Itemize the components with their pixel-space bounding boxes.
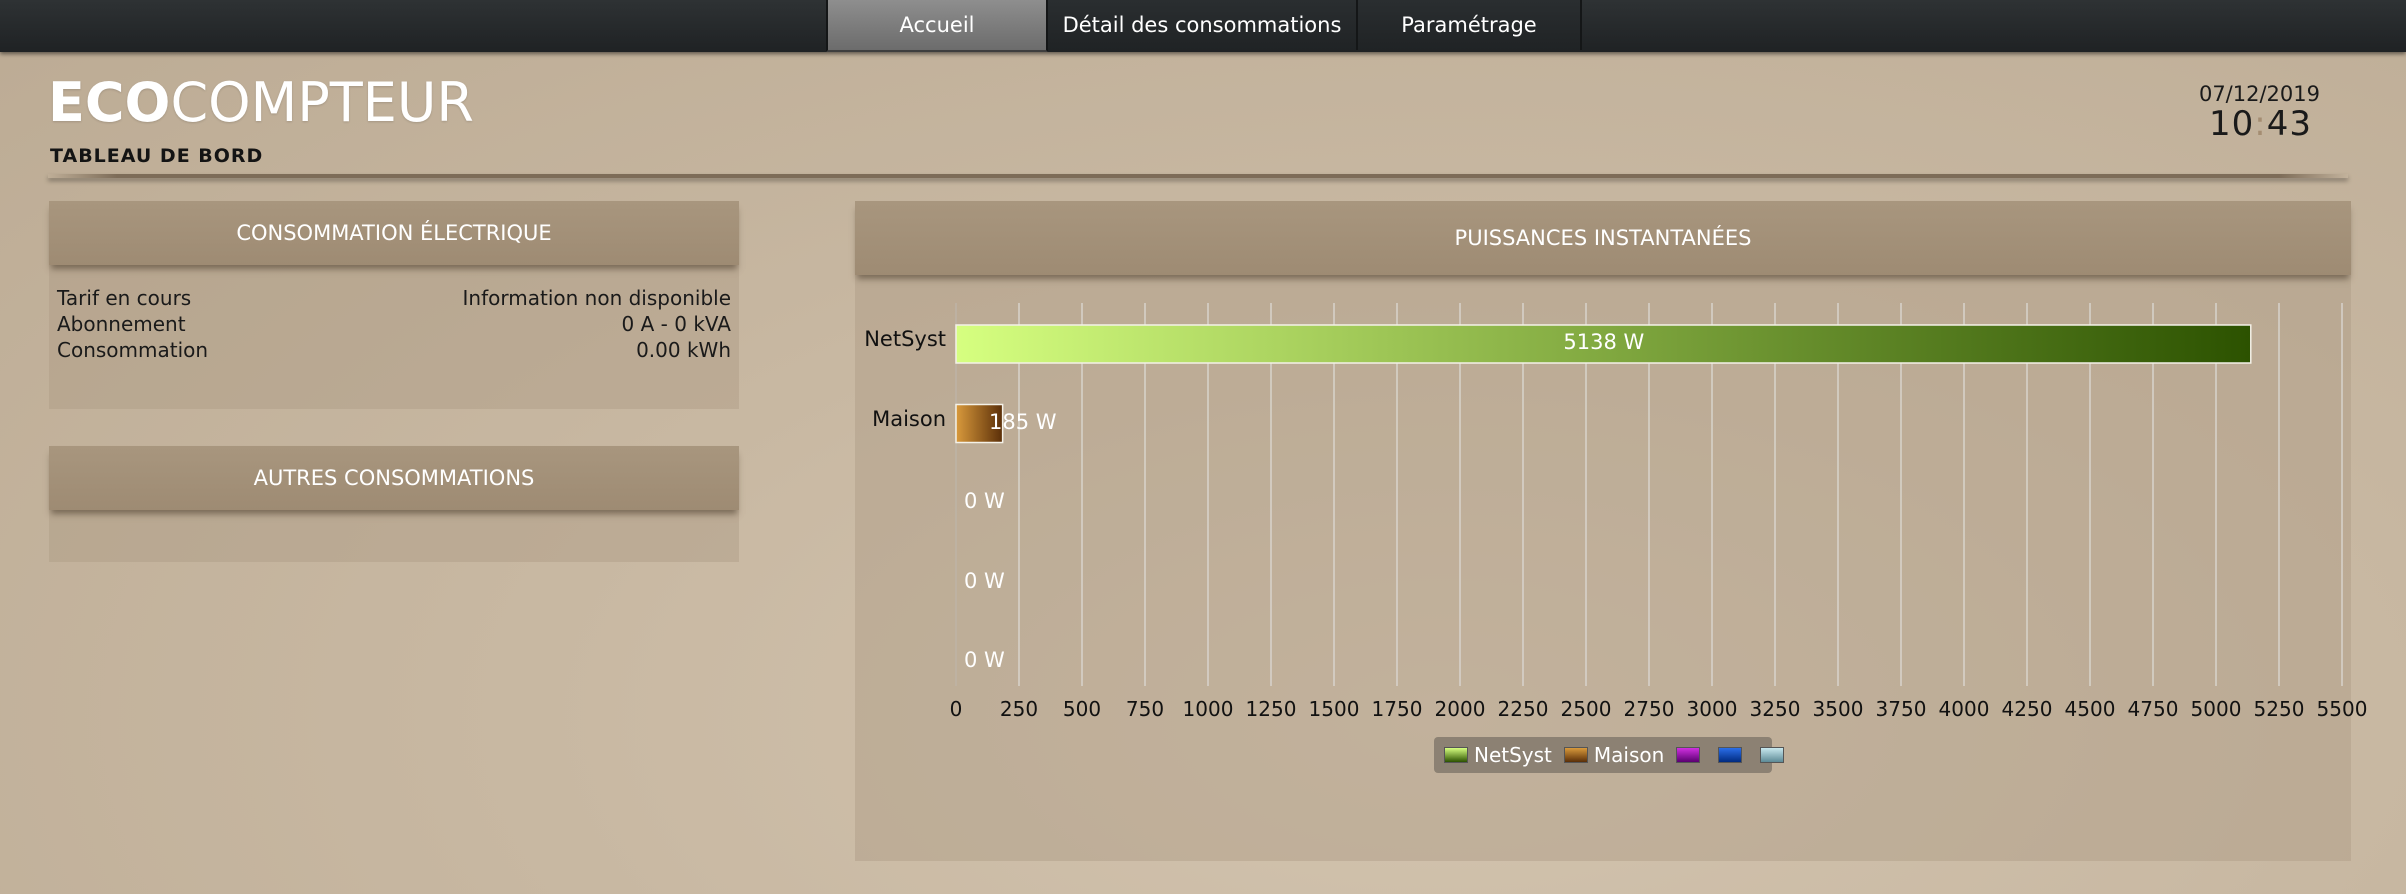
legend-item[interactable] bbox=[1676, 747, 1706, 763]
legend-swatch bbox=[1444, 747, 1468, 763]
x-tick-label: 3500 bbox=[1812, 697, 1864, 721]
bar-value-label: 185 W bbox=[989, 409, 1057, 434]
power-bar-chart bbox=[955, 303, 2343, 686]
x-tick-label: 1750 bbox=[1371, 697, 1423, 721]
x-tick-label: 3750 bbox=[1875, 697, 1927, 721]
category-label: NetSyst bbox=[864, 327, 946, 351]
category-label: Maison bbox=[872, 406, 946, 431]
legend-item[interactable]: Maison bbox=[1563, 743, 1665, 767]
x-tick-label: 1500 bbox=[1308, 697, 1360, 721]
x-tick-label: 500 bbox=[1062, 697, 1102, 721]
legend-label: Maison bbox=[1593, 743, 1665, 767]
x-tick-label: 5500 bbox=[2316, 697, 2368, 721]
legend-item[interactable]: NetSyst bbox=[1444, 743, 1552, 767]
x-tick-label: 5250 bbox=[2253, 697, 2305, 721]
legend-item[interactable] bbox=[1718, 747, 1748, 763]
x-tick-label: 4500 bbox=[2064, 697, 2116, 721]
legend-swatch bbox=[1718, 747, 1743, 763]
x-tick-label: 4750 bbox=[2127, 697, 2179, 721]
x-tick-label: 4250 bbox=[2001, 697, 2053, 721]
x-tick-label: 0 bbox=[949, 697, 963, 721]
legend-item[interactable] bbox=[1760, 747, 1790, 763]
x-tick-label: 3000 bbox=[1686, 697, 1738, 721]
x-tick-label: 3250 bbox=[1749, 697, 1801, 721]
legend-swatch bbox=[1760, 747, 1785, 763]
x-tick-label: 2500 bbox=[1560, 697, 1612, 721]
bar-value-label: 0 W bbox=[964, 489, 1005, 513]
x-tick-label: 4000 bbox=[1938, 697, 1990, 721]
x-tick-label: 250 bbox=[999, 697, 1039, 721]
legend-swatch bbox=[1563, 747, 1588, 763]
x-tick-label: 2000 bbox=[1434, 697, 1486, 721]
legend-swatch bbox=[1676, 747, 1701, 763]
bar-value-label: 5138 W bbox=[1563, 330, 1645, 354]
bar-value-label: 0 W bbox=[964, 648, 1005, 672]
bar-value-label: 0 W bbox=[964, 568, 1005, 593]
x-tick-label: 1250 bbox=[1245, 697, 1297, 721]
chart-legend: NetSyst Maison bbox=[1434, 737, 1785, 773]
legend-label: NetSyst bbox=[1474, 743, 1552, 767]
x-tick-label: 750 bbox=[1125, 697, 1165, 721]
x-tick-label: 5000 bbox=[2190, 697, 2242, 721]
x-tick-label: 2250 bbox=[1497, 697, 1549, 721]
x-tick-label: 1000 bbox=[1182, 697, 1234, 721]
x-tick-label: 2750 bbox=[1623, 697, 1675, 721]
